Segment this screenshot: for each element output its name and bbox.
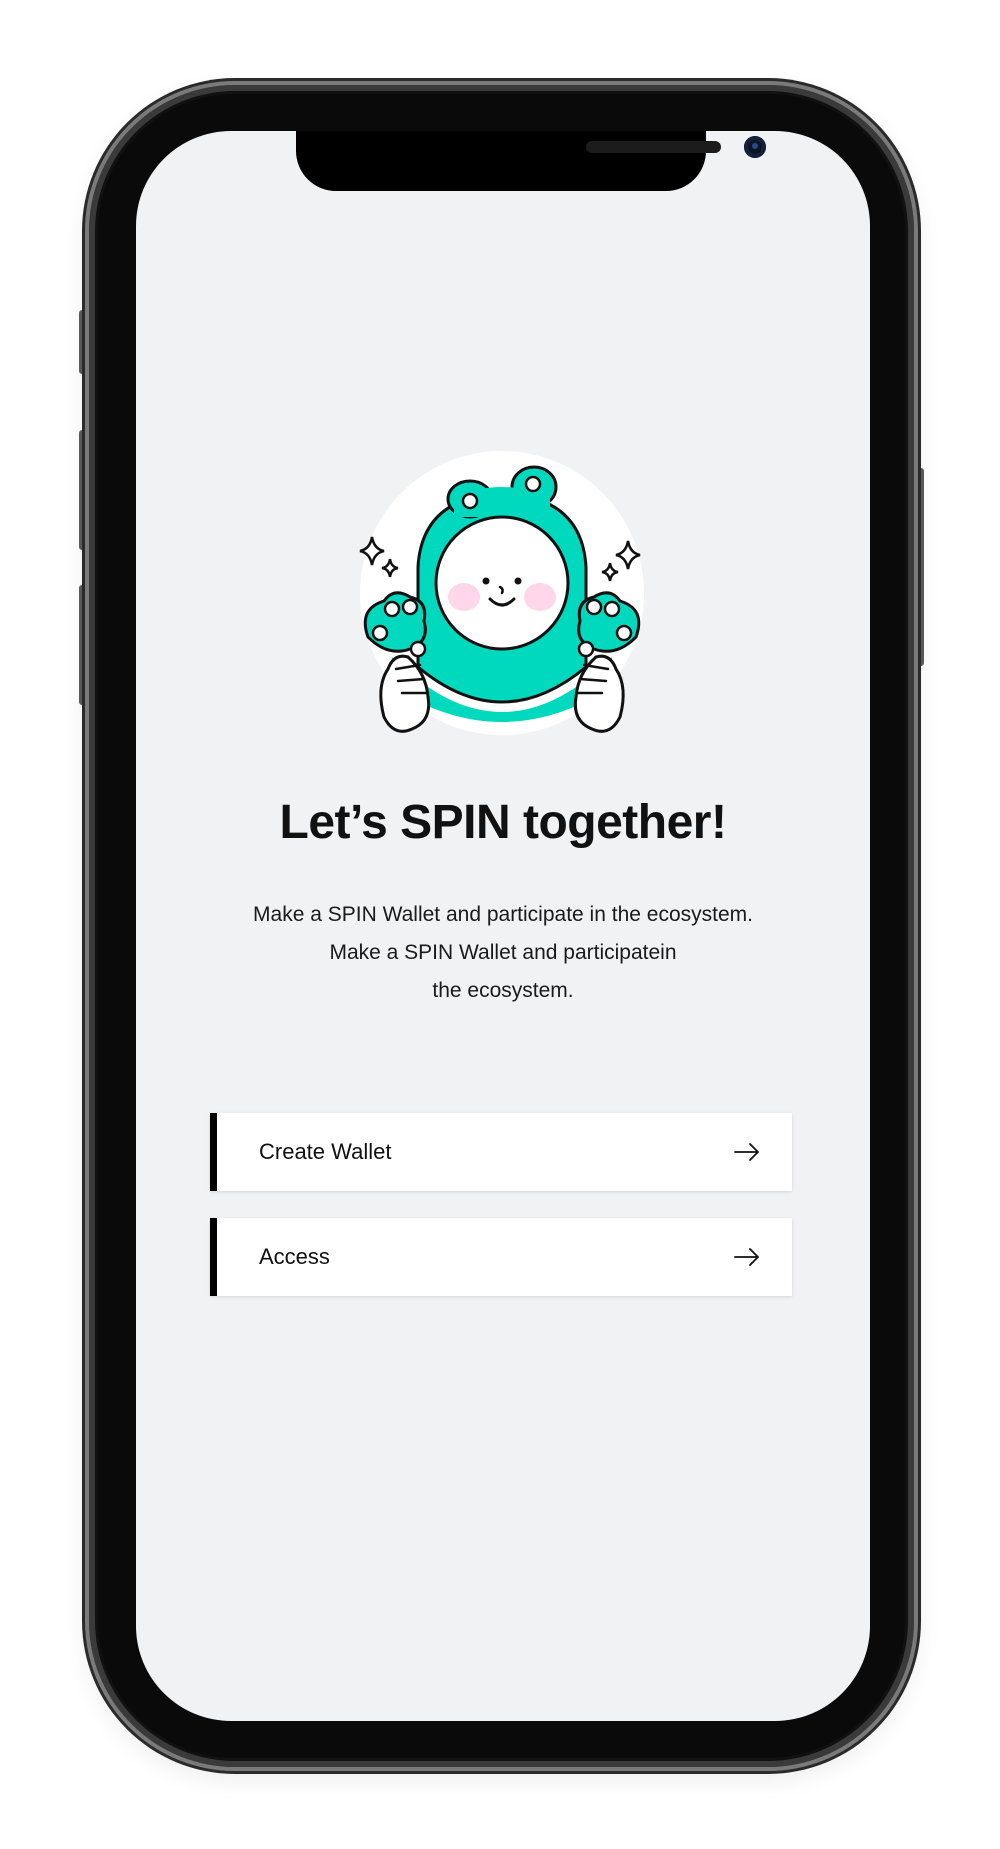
phone-screen: Let’s SPIN together! Make a SPIN Wallet … [136,131,870,1721]
create-wallet-label: Create Wallet [259,1139,392,1164]
arrow-right-icon [734,1143,759,1161]
mascot-illustration [359,451,644,735]
notch [296,131,766,191]
arrow-right-icon [734,1248,759,1266]
page-description: Make a SPIN Wallet and participate in th… [253,903,753,1002]
speaker [586,141,721,153]
access-button[interactable]: Access [210,1218,792,1296]
front-camera [744,136,766,158]
access-label: Access [259,1244,330,1269]
page-title: Let’s SPIN together! [279,796,727,849]
create-wallet-button[interactable]: Create Wallet [210,1113,792,1191]
